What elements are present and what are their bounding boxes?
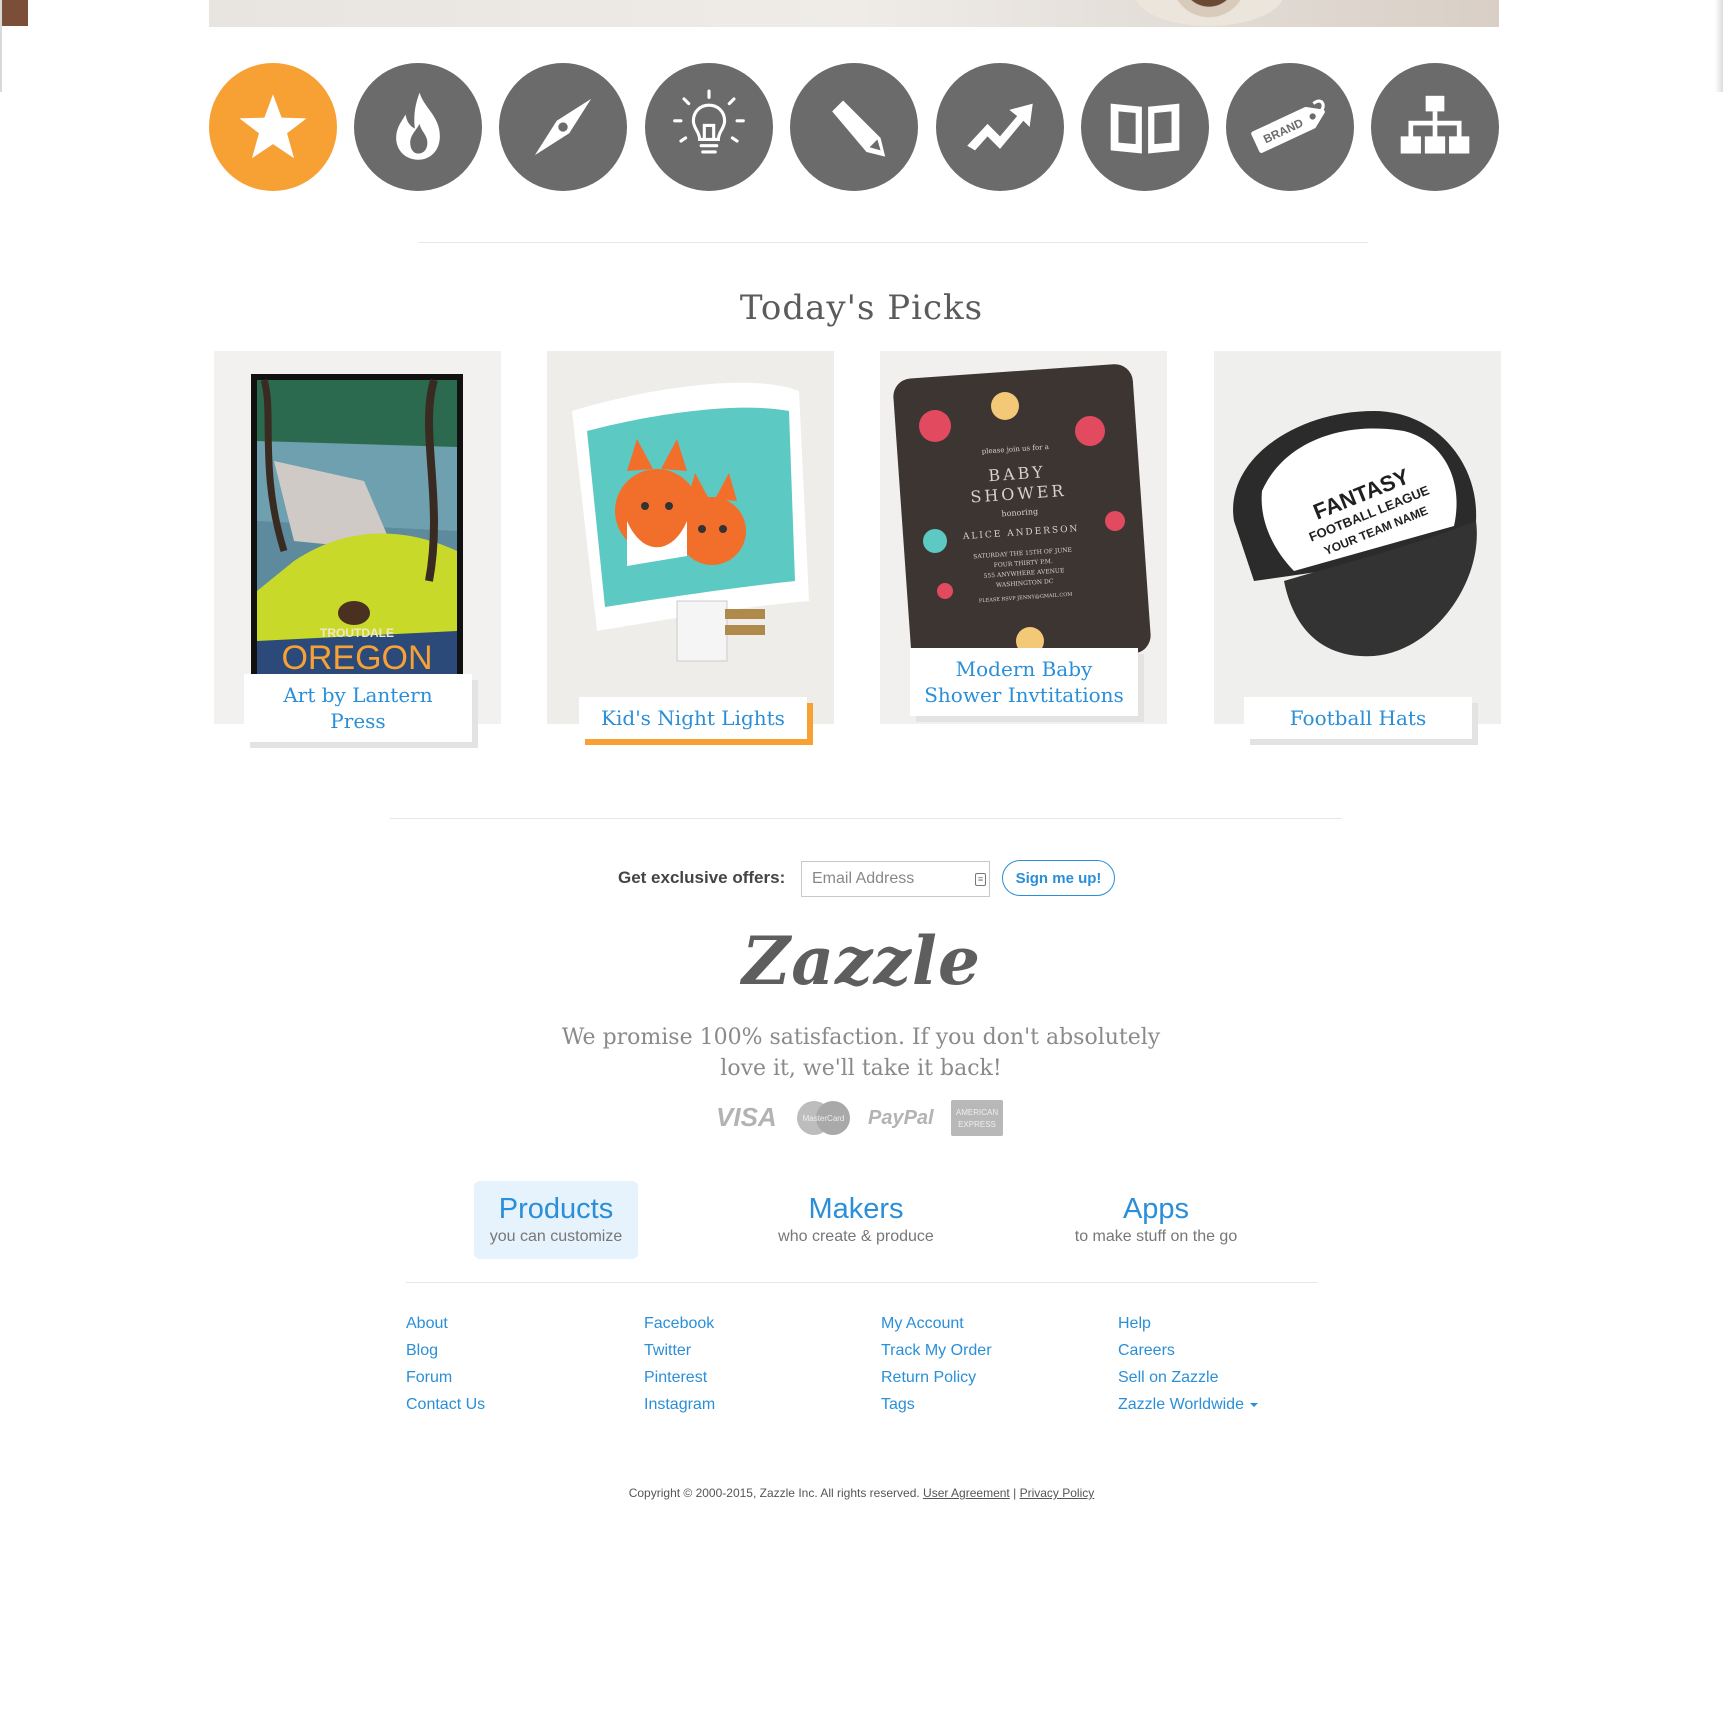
- copyright-text: Copyright © 2000-2015, Zazzle Inc. All r…: [628, 1486, 920, 1500]
- mastercard-icon: MasterCard: [797, 1101, 850, 1135]
- hero-cup-image: [1134, 0, 1284, 26]
- svg-text:OREGON: OREGON: [281, 639, 432, 677]
- amex-icon: AMERICAN EXPRESS: [951, 1100, 1003, 1136]
- pick-label[interactable]: Football Hats: [1244, 697, 1472, 739]
- pick-label[interactable]: Modern Baby Shower Invtitations: [910, 648, 1138, 716]
- book-icon: [1110, 103, 1180, 154]
- tab-apps[interactable]: Apps to make stuff on the go: [1056, 1181, 1256, 1259]
- hero-banner-image[interactable]: [209, 0, 1499, 27]
- compass-icon: [534, 98, 592, 156]
- football-hat-image: FANTASY FOOTBALL LEAGUE YOUR TEAM NAME: [1214, 351, 1501, 724]
- footer-divider: [406, 1282, 1317, 1283]
- privacy-policy-link[interactable]: Privacy Policy: [1020, 1486, 1095, 1500]
- trending-icon: [967, 103, 1033, 151]
- email-field[interactable]: [801, 861, 990, 897]
- category-create-button[interactable]: [790, 63, 918, 191]
- footer-links-column: Help Careers Sell on Zazzle Zazzle World…: [1118, 1310, 1258, 1418]
- chevron-down-icon: [1249, 1402, 1258, 1407]
- newsletter-label: Get exclusive offers:: [618, 868, 786, 887]
- paypal-icon: PayPal: [868, 1107, 934, 1129]
- footer-links-column: About Blog Forum Contact Us: [406, 1310, 485, 1418]
- tab-title: Makers: [808, 1193, 904, 1225]
- tab-title: Apps: [1122, 1193, 1190, 1225]
- footer-link-facebook[interactable]: Facebook: [644, 1310, 715, 1337]
- footer-link-return-policy[interactable]: Return Policy: [881, 1364, 992, 1391]
- satisfaction-promise: We promise 100% satisfaction. If you don…: [561, 1025, 1161, 1081]
- pick-image[interactable]: FANTASY FOOTBALL LEAGUE YOUR TEAM NAME: [1214, 351, 1501, 724]
- footer-link-instagram[interactable]: Instagram: [644, 1391, 715, 1418]
- footer-link-about[interactable]: About: [406, 1310, 485, 1337]
- pick-label[interactable]: Art by Lantern Press: [244, 674, 472, 742]
- footer-tabs: Products you can customize Makers who cr…: [0, 1181, 1723, 1259]
- category-guides-button[interactable]: [1081, 63, 1209, 191]
- section-divider: [419, 242, 1368, 243]
- visa-icon: VISA: [716, 1102, 777, 1132]
- category-brands-button[interactable]: BRAND: [1226, 63, 1354, 191]
- tab-subtitle: who create & produce: [778, 1228, 934, 1245]
- brand-tag-icon: BRAND: [1251, 99, 1325, 153]
- zazzle-logo[interactable]: Zazzle: [0, 922, 1723, 1000]
- poster-art-image: TROUTDALE OREGON: [214, 351, 501, 724]
- sign-up-button[interactable]: Sign me up!: [1002, 860, 1115, 896]
- copyright: Copyright © 2000-2015, Zazzle Inc. All r…: [0, 1486, 1723, 1500]
- footer-links-column: Facebook Twitter Pinterest Instagram: [644, 1310, 715, 1418]
- category-featured-button[interactable]: [209, 63, 337, 191]
- category-ideas-button[interactable]: [645, 63, 773, 191]
- footer-link-forum[interactable]: Forum: [406, 1364, 485, 1391]
- tab-title: Products: [498, 1193, 614, 1225]
- night-light-image: [547, 351, 834, 724]
- pick-card[interactable]: FANTASY FOOTBALL LEAGUE YOUR TEAM NAME F…: [1214, 351, 1501, 751]
- footer-link-pinterest[interactable]: Pinterest: [644, 1364, 715, 1391]
- tab-subtitle: you can customize: [489, 1228, 623, 1245]
- footer-link-my-account[interactable]: My Account: [881, 1310, 992, 1337]
- tab-subtitle: to make stuff on the go: [1074, 1228, 1238, 1245]
- svg-text:BABY: BABY: [988, 462, 1047, 485]
- edge-shadow: [1715, 0, 1723, 92]
- svg-text:MasterCard: MasterCard: [803, 1114, 845, 1123]
- pick-image[interactable]: [547, 351, 834, 724]
- star-icon: [239, 94, 307, 159]
- pick-card[interactable]: TROUTDALE OREGON Art by Lantern Press: [214, 351, 501, 751]
- footer-link-twitter[interactable]: Twitter: [644, 1337, 715, 1364]
- worldwide-label: Zazzle Worldwide: [1118, 1396, 1244, 1413]
- todays-picks-title: Today's Picks: [739, 288, 984, 328]
- pick-card[interactable]: please join us for a BABY SHOWER honorin…: [880, 351, 1167, 751]
- category-nav: BRAND: [209, 63, 1499, 193]
- pencil-icon: [832, 100, 886, 157]
- footer-link-blog[interactable]: Blog: [406, 1337, 485, 1364]
- category-trending-button[interactable]: [936, 63, 1064, 191]
- category-all-button[interactable]: [1371, 63, 1499, 191]
- footer-links-column: My Account Track My Order Return Policy …: [881, 1310, 992, 1418]
- footer-link-tags[interactable]: Tags: [881, 1391, 992, 1418]
- flame-icon: [396, 92, 440, 160]
- footer-link-careers[interactable]: Careers: [1118, 1337, 1258, 1364]
- tab-makers[interactable]: Makers who create & produce: [766, 1181, 946, 1259]
- pick-image[interactable]: TROUTDALE OREGON: [214, 351, 501, 724]
- category-popular-button[interactable]: [354, 63, 482, 191]
- copyright-separator: |: [1013, 1486, 1017, 1500]
- pick-card[interactable]: Kid's Night Lights: [547, 351, 834, 751]
- lightbulb-icon: [673, 89, 745, 154]
- user-agreement-link[interactable]: User Agreement: [923, 1486, 1010, 1500]
- svg-text:TROUTDALE: TROUTDALE: [320, 626, 394, 640]
- newsletter-signup: Get exclusive offers: ≡ Sign me up!: [0, 860, 1723, 898]
- section-divider: [390, 818, 1342, 819]
- tab-products[interactable]: Products you can customize: [474, 1181, 638, 1259]
- footer-link-contact[interactable]: Contact Us: [406, 1391, 485, 1418]
- footer-link-help[interactable]: Help: [1118, 1310, 1258, 1337]
- footer-link-track-order[interactable]: Track My Order: [881, 1337, 992, 1364]
- edge-image-fragment: [0, 0, 28, 26]
- footer-link-worldwide[interactable]: Zazzle Worldwide: [1118, 1391, 1258, 1418]
- pick-label[interactable]: Kid's Night Lights: [579, 697, 807, 739]
- edge-border: [0, 0, 2, 92]
- sitemap-icon: [1400, 95, 1470, 154]
- contact-card-icon: ≡: [975, 873, 986, 886]
- footer-link-sell[interactable]: Sell on Zazzle: [1118, 1364, 1258, 1391]
- category-explore-button[interactable]: [499, 63, 627, 191]
